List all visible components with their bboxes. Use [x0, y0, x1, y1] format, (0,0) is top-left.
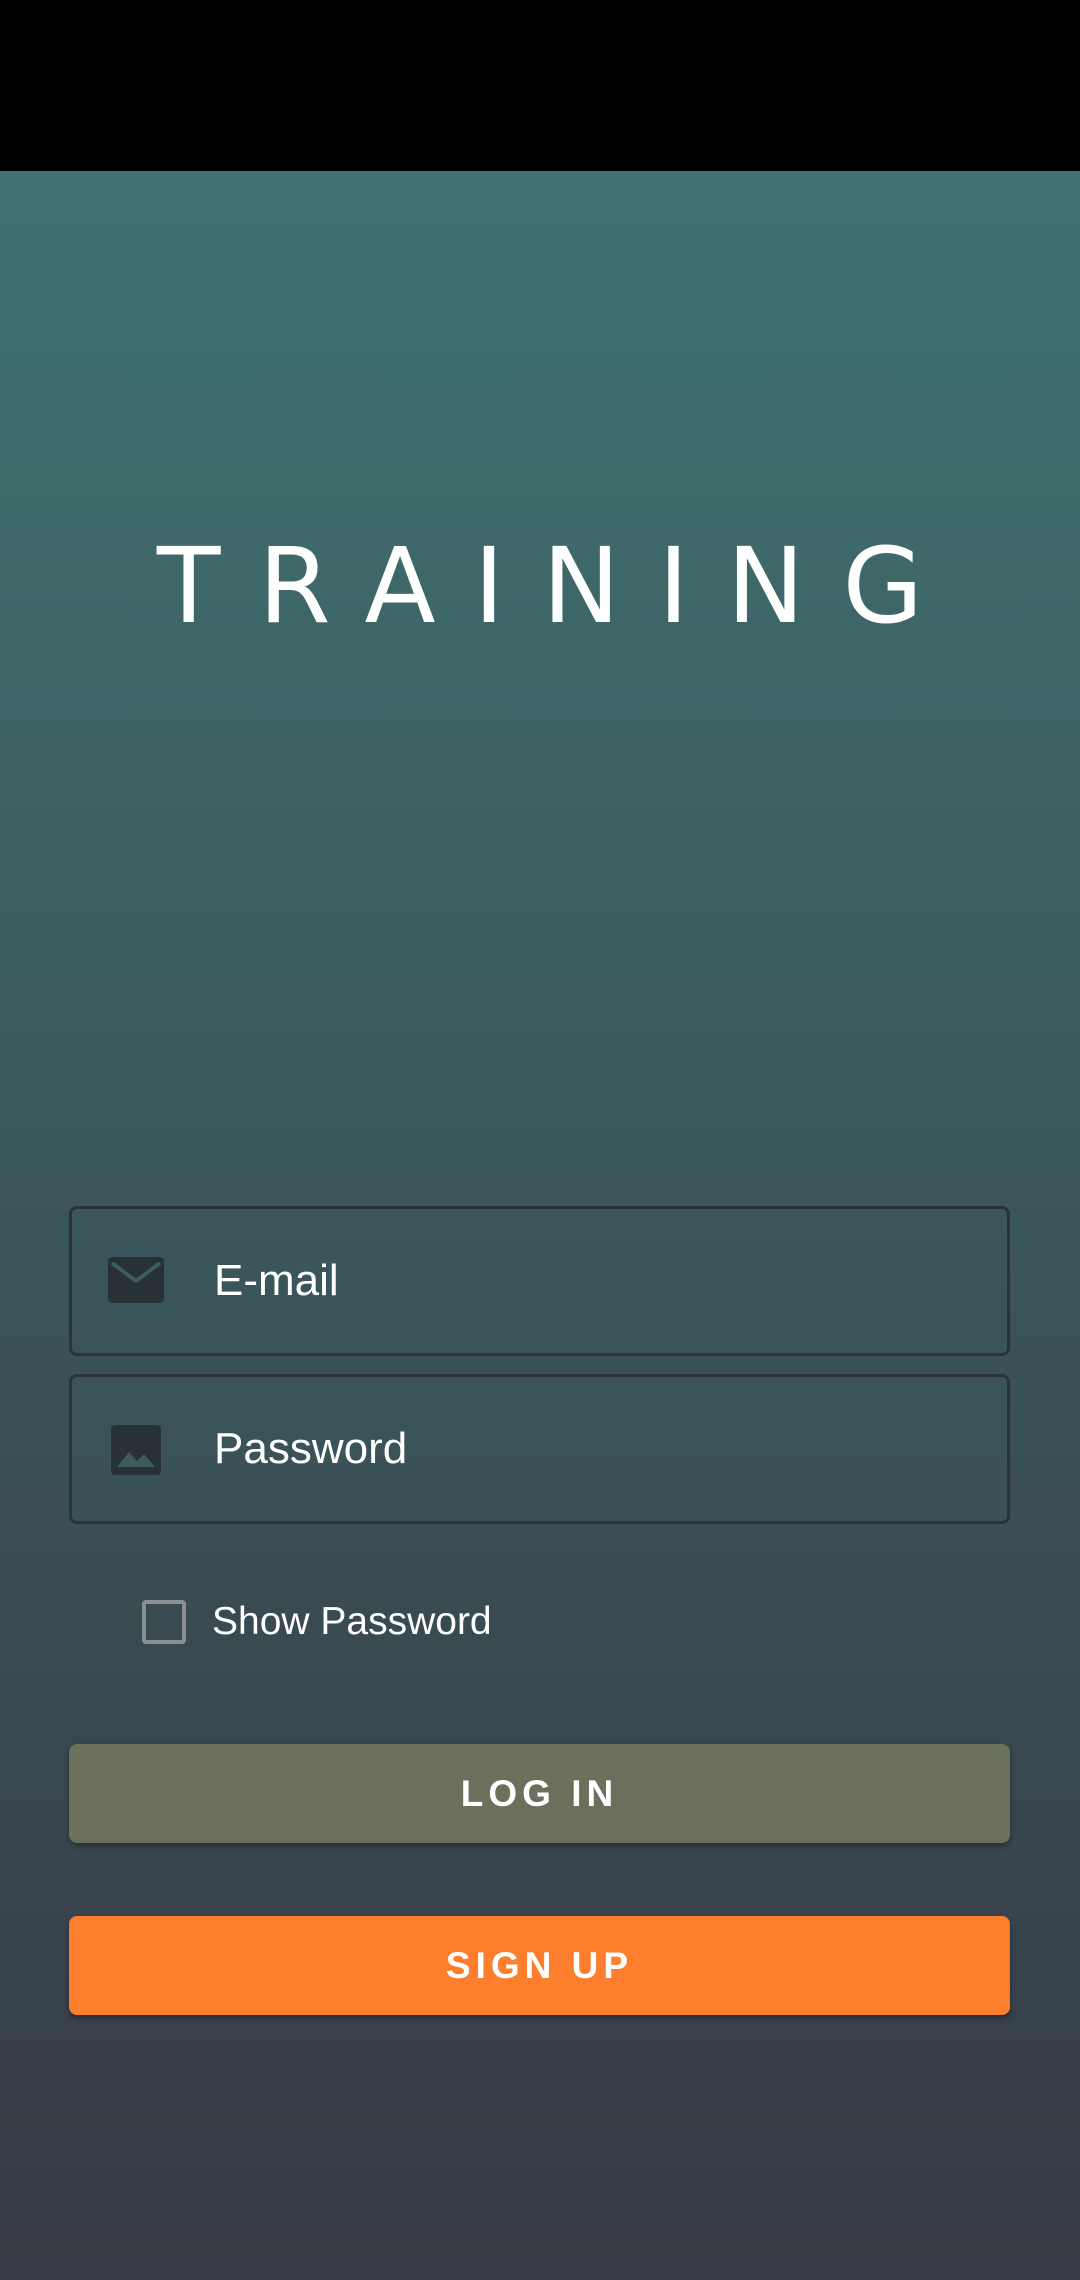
- password-field[interactable]: Password: [69, 1374, 1010, 1524]
- password-placeholder: Password: [214, 1424, 408, 1473]
- show-password-checkbox[interactable]: [142, 1600, 186, 1644]
- mail-icon: [108, 1257, 164, 1303]
- image-icon: [108, 1425, 164, 1475]
- login-screen: TRAINING E-mail Password Show Password L…: [0, 171, 1080, 2280]
- email-placeholder: E-mail: [214, 1256, 339, 1305]
- show-password-label: Show Password: [212, 1600, 492, 1643]
- status-bar: [0, 0, 1080, 171]
- show-password-row[interactable]: Show Password: [142, 1596, 492, 1648]
- signup-button[interactable]: SIGN UP: [69, 1916, 1010, 2015]
- app-title: TRAINING: [156, 525, 962, 647]
- email-field[interactable]: E-mail: [69, 1206, 1010, 1356]
- login-button[interactable]: LOG IN: [69, 1744, 1010, 1843]
